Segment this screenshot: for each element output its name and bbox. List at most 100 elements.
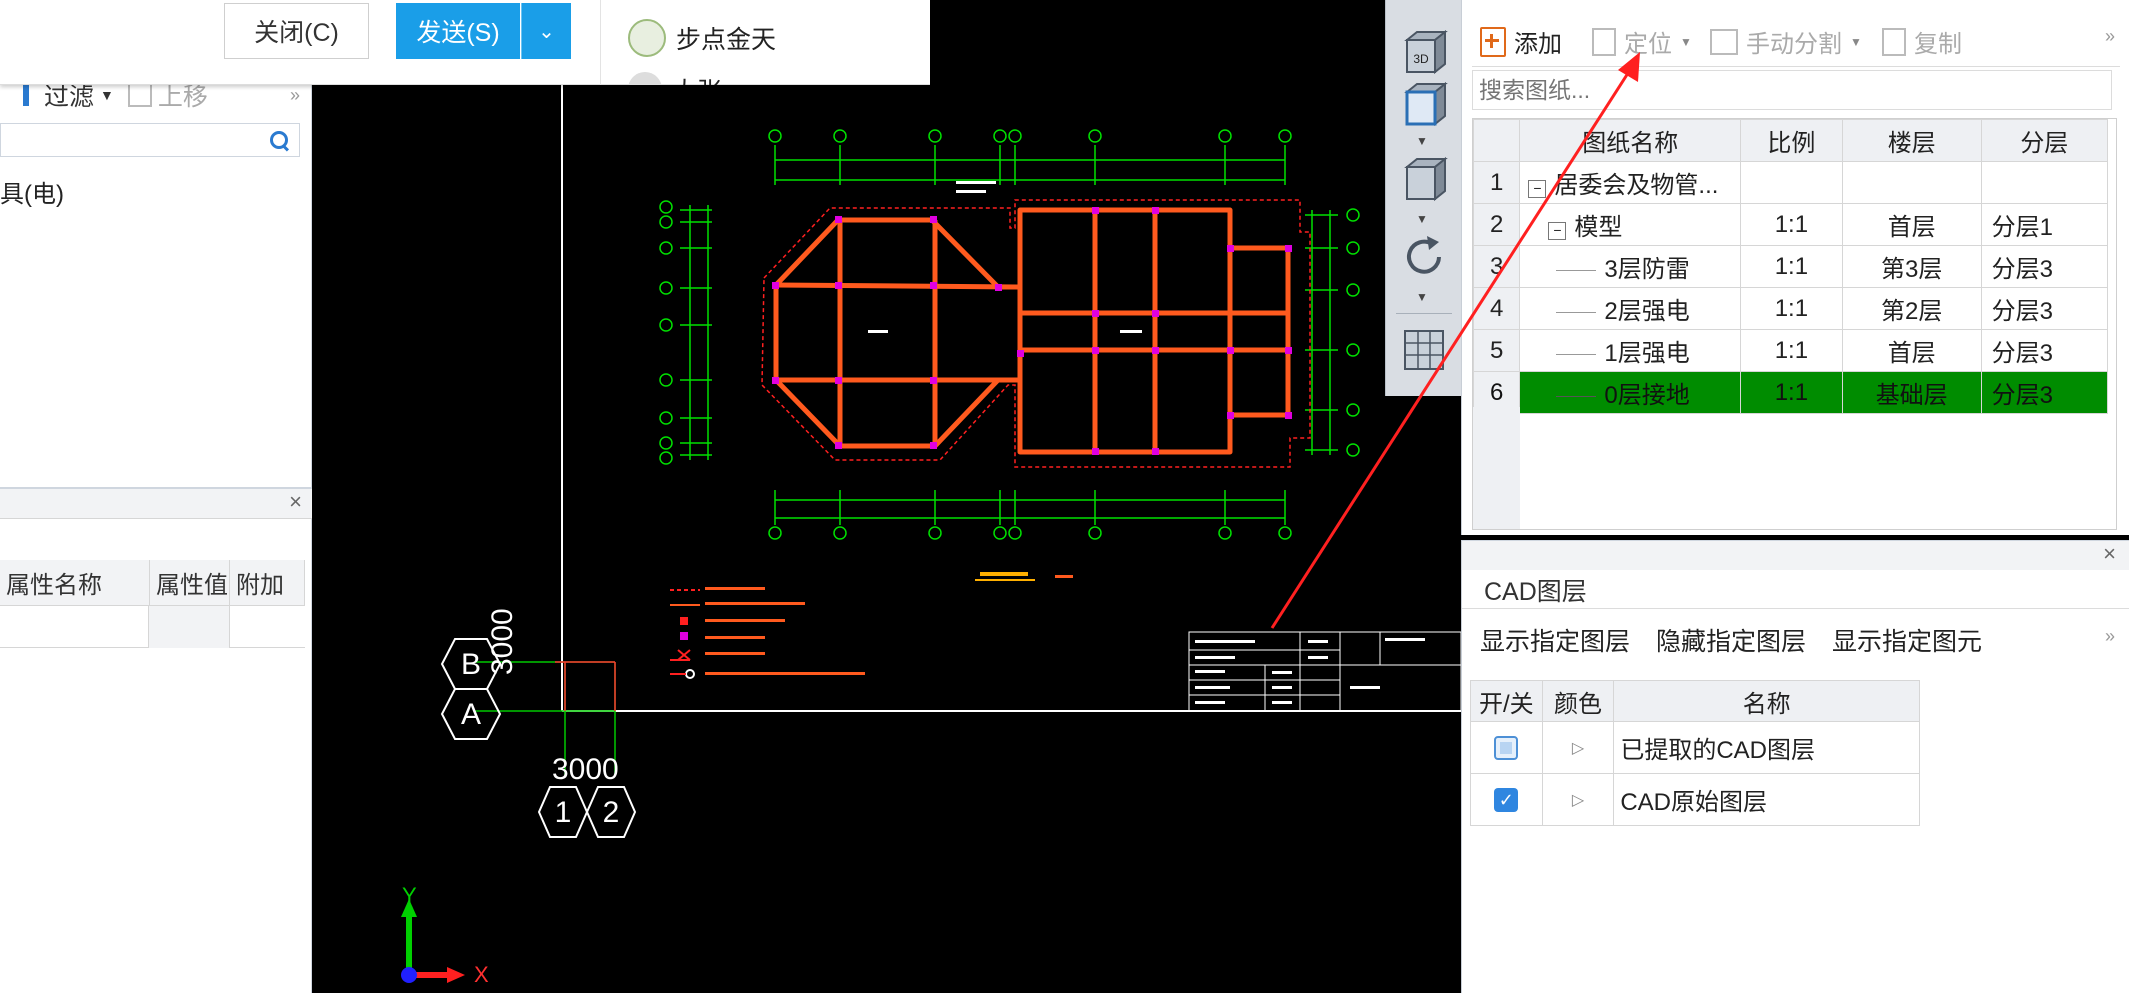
floor-cell: 基础层 xyxy=(1841,371,1982,414)
layer-row[interactable]: ✓ ▷ CAD原始图层 xyxy=(1470,774,1920,826)
layer-row[interactable]: ▷ 已提取的CAD图层 xyxy=(1470,722,1920,774)
legend xyxy=(670,572,1073,679)
tree-branch-icon xyxy=(1556,270,1597,272)
tree-branch-icon xyxy=(1556,354,1597,356)
copy-button[interactable]: 复制 xyxy=(1882,24,1962,59)
rotate-button[interactable] xyxy=(1399,232,1449,282)
table-row[interactable]: 5 1层强电 1:1 首层 分层3 xyxy=(1472,329,2109,372)
col-layer-name: 名称 xyxy=(1742,690,1791,718)
dimension-horizontal-text: 3000 xyxy=(552,753,619,786)
left-search-box[interactable] xyxy=(0,123,300,157)
dimension-left xyxy=(659,200,712,465)
move-up-icon xyxy=(127,83,152,107)
ucs-y-label: Y xyxy=(402,883,417,908)
axis-bubble-1: 1 xyxy=(537,786,589,838)
axis-label-a: A xyxy=(461,698,481,731)
layer-panel-title: CAD图层 xyxy=(1484,578,1587,606)
send-dialog: 关闭(C) 发送(S) ⌄ 步点金天 大张 xyxy=(0,0,930,85)
close-icon[interactable]: × xyxy=(2103,541,2116,567)
dropdown-arrow-icon[interactable]: ▼ xyxy=(100,87,114,103)
table-row[interactable]: 3 3层防雷 1:1 第3层 分层3 xyxy=(1472,245,2109,288)
table-row[interactable]: 4 2层强电 1:1 第2层 分层3 xyxy=(1472,287,2109,330)
more-chevron-icon[interactable]: » xyxy=(290,85,300,106)
expand-triangle-icon[interactable]: ▷ xyxy=(1572,790,1584,810)
axis-bubble-2: 2 xyxy=(585,786,637,838)
collapse-icon[interactable]: − xyxy=(1548,222,1567,240)
dropdown-arrow-icon[interactable]: ▼ xyxy=(1850,35,1862,49)
cube-icon xyxy=(1404,156,1448,202)
drawing-panel: 添加 定位 ▼ 手动分割 ▼ 复制 » 图纸名称 比例 楼层 分层 1 xyxy=(1461,0,2129,535)
view-front-button[interactable] xyxy=(1399,80,1449,130)
close-icon[interactable]: × xyxy=(289,489,302,515)
drawing-search-input[interactable] xyxy=(1473,71,2061,109)
col-layer[interactable]: 分层 xyxy=(1980,119,2109,162)
grounding-points xyxy=(772,207,1292,455)
layer-grid-button[interactable] xyxy=(1399,325,1449,375)
send-dropdown-button[interactable]: ⌄ xyxy=(521,3,571,59)
expand-triangle-icon[interactable]: ▷ xyxy=(1572,738,1584,758)
filter-icon[interactable] xyxy=(14,83,38,107)
col-floor[interactable]: 楼层 xyxy=(1841,119,1982,162)
locate-button[interactable]: 定位 ▼ xyxy=(1592,24,1692,59)
view-3d-button[interactable]: 3D xyxy=(1399,29,1449,75)
grid-icon xyxy=(1404,330,1444,370)
split-icon xyxy=(1710,28,1738,55)
dropdown-arrow-icon[interactable]: ▼ xyxy=(1416,290,1428,304)
close-button[interactable]: 关闭(C) xyxy=(224,3,369,59)
grounding-network xyxy=(773,207,1291,455)
show-element-button[interactable]: 显示指定图元 xyxy=(1832,622,1982,658)
layer-cell: 分层3 xyxy=(1980,371,2109,414)
table-row-selected[interactable]: 6 0层接地 1:1 基础层 分层3 xyxy=(1472,371,2109,414)
drawing-name-cell[interactable]: 0层接地 xyxy=(1519,371,1741,414)
tree-item[interactable]: 具(电) xyxy=(0,174,64,209)
cad-canvas[interactable]: B A 3000 3000 1 2 Y X xyxy=(312,85,1461,993)
more-chevron-icon[interactable]: » xyxy=(2105,26,2115,47)
add-button[interactable]: 添加 xyxy=(1480,24,1562,59)
contact-item[interactable]: 步点金天 xyxy=(628,18,776,58)
layer-toggle-checkbox[interactable]: ✓ xyxy=(1494,787,1519,812)
search-icon[interactable] xyxy=(269,130,289,150)
col-scale[interactable]: 比例 xyxy=(1740,119,1843,162)
table-row[interactable]: 1 − 居委会及物管... xyxy=(1472,161,2109,204)
layer-cell xyxy=(1980,161,2109,204)
col-drawing-name[interactable]: 图纸名称 xyxy=(1519,119,1741,162)
layer-name: CAD原始图层 xyxy=(1620,789,1768,816)
contact-avatar xyxy=(628,72,662,85)
dropdown-arrow-icon[interactable]: ▼ xyxy=(1416,212,1428,226)
table-row[interactable]: 2 − 模型 1:1 首层 分层1 xyxy=(1472,203,2109,246)
dimension-top xyxy=(768,129,1292,185)
show-layer-button[interactable]: 显示指定图层 xyxy=(1480,622,1630,658)
view-3d-label: 3D xyxy=(1413,52,1429,66)
row-number: 3 xyxy=(1472,245,1521,288)
drawing-name-cell[interactable]: 2层强电 xyxy=(1519,287,1741,330)
drawing-name-cell[interactable]: 1层强电 xyxy=(1519,329,1741,372)
drawing-name-cell[interactable]: − 居委会及物管... xyxy=(1519,161,1741,204)
tree-branch-icon xyxy=(1556,312,1597,314)
collapse-icon[interactable]: − xyxy=(1528,180,1547,198)
view-toolbar: 3D ▼ ▼ ▼ xyxy=(1385,0,1461,396)
view-cube-button[interactable] xyxy=(1399,155,1449,205)
copy-icon xyxy=(1882,27,1906,56)
col-property-extra: 附加 xyxy=(230,560,305,605)
hide-layer-button[interactable]: 隐藏指定图层 xyxy=(1656,622,1806,658)
cad-layer-panel: × CAD图层 显示指定图层 隐藏指定图层 显示指定图元 » 开/关 颜色 名称… xyxy=(1461,540,2129,993)
drawing-name-cell[interactable]: − 模型 xyxy=(1519,203,1741,246)
drawing-search-box[interactable] xyxy=(1472,70,2112,110)
drawing-name-cell[interactable]: 3层防雷 xyxy=(1519,245,1741,288)
drawing-name: 2层强电 xyxy=(1604,298,1690,325)
scale-cell: 1:1 xyxy=(1740,287,1843,330)
layer-cell: 分层1 xyxy=(1980,203,2109,246)
more-chevron-icon[interactable]: » xyxy=(2105,626,2115,647)
contact-item[interactable]: 大张 xyxy=(628,72,722,85)
layer-toggle-checkbox[interactable] xyxy=(1494,735,1519,760)
scale-cell xyxy=(1740,161,1843,204)
axis-label-1: 1 xyxy=(555,796,572,829)
axis-label-b: B xyxy=(461,648,481,681)
dropdown-arrow-icon[interactable]: ▼ xyxy=(1680,35,1692,49)
corner-cell xyxy=(1472,119,1521,162)
dropdown-arrow-icon[interactable]: ▼ xyxy=(1416,134,1428,148)
send-button[interactable]: 发送(S) xyxy=(396,3,520,59)
cad-drawing xyxy=(475,85,1461,775)
add-drawing-icon xyxy=(1480,26,1506,57)
manual-split-button[interactable]: 手动分割 ▼ xyxy=(1710,24,1862,59)
